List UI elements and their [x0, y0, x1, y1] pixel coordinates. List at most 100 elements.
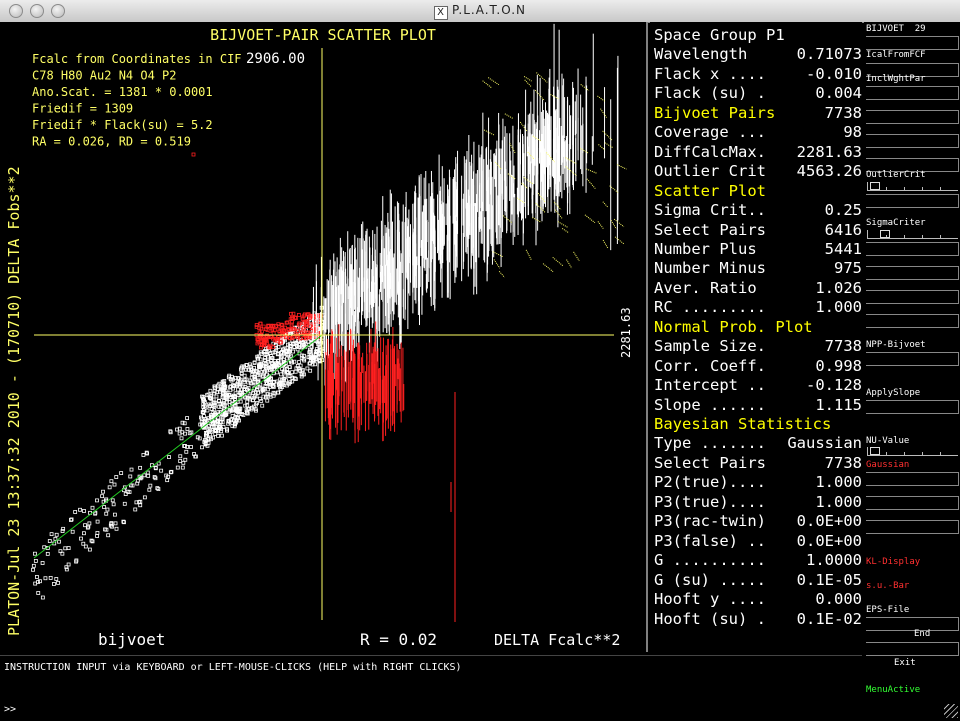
menu-end[interactable]: End: [914, 629, 930, 640]
menu-npp-bijvoet[interactable]: NPP-Bijvoet: [866, 340, 926, 351]
info-row: P2(true).... 1.000: [654, 473, 862, 492]
info-row: Corr. Coeff. 0.998: [654, 357, 862, 376]
scatter-plot[interactable]: BIJVOET-PAIR SCATTER PLOT 2906.00 Fcalc …: [0, 22, 648, 652]
info-row-label: Number Plus: [654, 239, 757, 258]
info-row: P3(false) .. 0.0E+00: [654, 532, 862, 551]
info-row-label: Coverage ...: [654, 123, 766, 142]
window-title: P.L.A.T.O.N: [452, 3, 526, 17]
info-row: Aver. Ratio 1.026: [654, 279, 862, 298]
menu-exit[interactable]: Exit: [894, 658, 916, 669]
info-row-value: 0.71073: [796, 45, 862, 64]
info-row-label: P3(true)....: [654, 492, 766, 511]
info-row-label: Corr. Coeff.: [654, 356, 766, 375]
info-row: DiffCalcMax. 2281.63: [654, 143, 862, 162]
info-row-value: 0.0E+00: [796, 512, 862, 531]
info-row-label: Flack (su) .: [654, 84, 766, 103]
info-row: Scatter Plot: [654, 182, 862, 201]
info-row: Type ....... Gaussian: [654, 434, 862, 453]
sigma-slider-knob[interactable]: [880, 230, 890, 238]
info-row-value: 1.000: [815, 473, 862, 492]
menu-incl-wght-par[interactable]: InclWghtPar: [866, 74, 926, 85]
info-row-label: Intercept ..: [654, 376, 766, 395]
info-row-value: -0.128: [806, 376, 862, 395]
info-row-label: Aver. Ratio: [654, 278, 757, 297]
info-row: Flack (su) . 0.004: [654, 84, 862, 103]
outlier-slider-knob[interactable]: [870, 182, 880, 190]
menu-header: BIJVOET 29: [866, 24, 926, 34]
info-row-value: 7738: [824, 337, 862, 356]
plot-info-line: Friedif * Flack(su) = 5.2: [32, 118, 213, 132]
info-row-label: Select Pairs: [654, 220, 766, 239]
menu-active-status: MenuActive: [866, 685, 921, 695]
info-row-label: Type .......: [654, 434, 766, 453]
info-row-value: 0.1E-02: [796, 609, 862, 628]
info-row: Wavelength 0.71073: [654, 45, 862, 64]
window-title-area: X P.L.A.T.O.N: [0, 3, 960, 20]
resize-grip-icon[interactable]: [944, 704, 958, 718]
menu-gaussian[interactable]: Gaussian: [866, 460, 909, 471]
info-row: Hooft (su) . 0.1E-02: [654, 610, 862, 629]
info-row-value: 1.115: [815, 395, 862, 414]
info-row: P3(rac-twin) 0.0E+00: [654, 512, 862, 531]
info-row-label: Number Minus: [654, 259, 766, 278]
menu-su-bar[interactable]: s.u.-Bar: [866, 581, 909, 592]
menu-kl-display[interactable]: KL-Display: [866, 557, 920, 568]
menu-icalc-from-fcf[interactable]: IcalFromFCF: [866, 50, 926, 61]
command-area[interactable]: INSTRUCTION INPUT via KEYBOARD or LEFT-M…: [0, 655, 862, 721]
info-panel: Space Group P1 Wavelength 0.71073 Flack x .…: [650, 22, 862, 652]
info-row-label: Wavelength: [654, 45, 748, 64]
info-row-label: Hooft (su) .: [654, 609, 766, 628]
info-row-label: Bayesian Statistics: [654, 415, 832, 433]
menu-apply-slope[interactable]: ApplySlope: [866, 388, 920, 399]
instruction-text: INSTRUCTION INPUT via KEYBOARD or LEFT-M…: [4, 662, 462, 673]
x-max-label: 2906.00: [246, 51, 305, 67]
info-row-value: 4563.26: [796, 162, 862, 181]
info-row-value: 6416: [824, 220, 862, 239]
plot-title: BIJVOET-PAIR SCATTER PLOT: [210, 26, 436, 44]
info-row-value: 1.026: [815, 278, 862, 297]
info-row-label: Scatter Plot: [654, 181, 766, 200]
plot-info-line: Friedif = 1309: [32, 102, 133, 116]
info-row: Intercept .. -0.128: [654, 376, 862, 395]
info-row: Normal Prob. Plot: [654, 318, 862, 337]
info-row-value: 2281.63: [796, 142, 862, 161]
info-row-label: Sigma Crit..: [654, 201, 766, 220]
info-row-value: Gaussian: [787, 434, 862, 453]
menu-sigma-criter[interactable]: SigmaCriter: [866, 218, 926, 229]
info-row: Coverage ... 98: [654, 123, 862, 142]
plot-info-line: RA = 0.026, RD = 0.519: [32, 135, 191, 149]
info-row-value: 7738: [824, 103, 862, 122]
menu-nu-value[interactable]: NU-Value: [866, 436, 909, 447]
info-row-value: 0.004: [815, 84, 862, 103]
x-axis-label: DELTA Fcalc**2: [494, 631, 620, 649]
info-row-label: P2(true)....: [654, 473, 766, 492]
info-row: Slope ...... 1.115: [654, 396, 862, 415]
info-row-value: 7738: [824, 453, 862, 472]
info-row-value: 0.998: [815, 356, 862, 375]
info-row-label: P3(rac-twin): [654, 512, 766, 531]
info-row: G .......... 1.0000: [654, 551, 862, 570]
info-row: Number Minus 975: [654, 259, 862, 278]
window-titlebar[interactable]: X P.L.A.T.O.N: [0, 0, 960, 23]
info-row-label: Hooft y ....: [654, 590, 766, 609]
info-row-value: 0.0E+00: [796, 531, 862, 550]
outlier-crit-slider[interactable]: [867, 182, 958, 191]
info-row: Hooft y .... 0.000: [654, 590, 862, 609]
nu-slider-knob[interactable]: [870, 447, 880, 455]
menu-eps-file[interactable]: EPS-File: [866, 605, 909, 616]
info-row: P3(true).... 1.000: [654, 493, 862, 512]
info-row: Bayesian Statistics: [654, 415, 862, 434]
sigma-crit-slider[interactable]: [867, 230, 958, 239]
info-row-label: Sample Size.: [654, 337, 766, 356]
info-row-value: 98: [843, 123, 862, 142]
menu-outlier-crit[interactable]: OutlierCrit: [866, 170, 926, 181]
info-row-value: 1.000: [815, 298, 862, 317]
info-row-label: DiffCalcMax.: [654, 142, 766, 161]
info-row-label: Normal Prob. Plot: [654, 317, 813, 336]
info-row-value: 1.000: [815, 492, 862, 511]
command-prompt[interactable]: >>: [4, 704, 16, 715]
info-row: Flack x .... -0.010: [654, 65, 862, 84]
nu-value-slider[interactable]: [867, 447, 958, 456]
r-value-label: R = 0.02: [360, 630, 437, 649]
info-row-label: P3(false) ..: [654, 531, 766, 550]
